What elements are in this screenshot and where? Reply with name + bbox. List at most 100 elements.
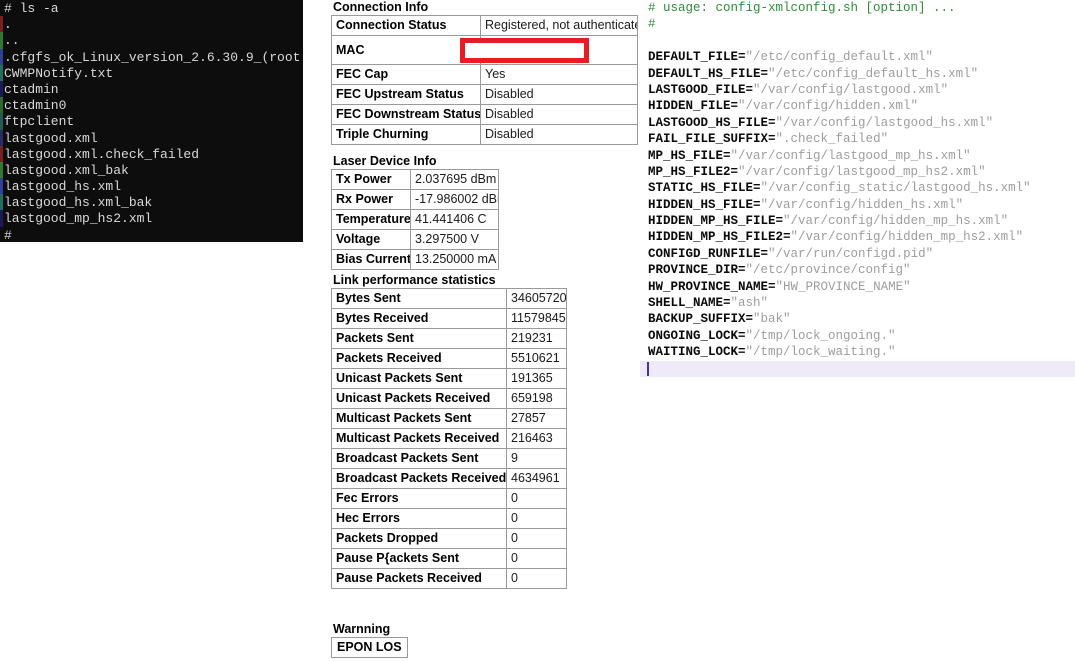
row-label: Triple Churning bbox=[332, 125, 481, 145]
mac-redaction-box bbox=[460, 38, 589, 63]
code-comment-line: # usage: config-xmlconfig.sh [option] ..… bbox=[640, 0, 1075, 16]
variable-value: "/tmp/lock_ongoing." bbox=[746, 329, 896, 343]
terminal-strip-segment bbox=[0, 16, 3, 32]
link-stat-row: Packets Sent219231 bbox=[332, 329, 567, 349]
row-value: 3.297500 V bbox=[411, 230, 499, 250]
row-label: Fec Errors bbox=[332, 489, 507, 509]
terminal-strip-segment bbox=[0, 227, 3, 242]
connection-info-row: FEC Downstream StatusDisabled bbox=[332, 105, 638, 125]
row-value: Disabled bbox=[481, 125, 638, 145]
variable-value: "/var/config_static/lastgood_hs.xml" bbox=[761, 181, 1031, 195]
row-value: 27857 bbox=[507, 409, 567, 429]
row-label: Broadcast Packets Received bbox=[332, 469, 507, 489]
row-value: 5510621 bbox=[507, 349, 567, 369]
row-label: Hec Errors bbox=[332, 509, 507, 529]
link-performance-statistics-table: Bytes Sent34605720Bytes Received11579845… bbox=[331, 288, 567, 589]
row-label: Voltage bbox=[332, 230, 411, 250]
row-value: 0 bbox=[507, 529, 567, 549]
link-stat-row: Pause Packets Received0 bbox=[332, 569, 567, 589]
script-source-view[interactable]: # usage: config-xmlconfig.sh [option] ..… bbox=[640, 0, 1075, 661]
code-assignment-line: LASTGOOD_HS_FILE="/var/config/lastgood_h… bbox=[640, 115, 1075, 131]
laser-device-info-table: Tx Power2.037695 dBmRx Power-17.986002 d… bbox=[331, 169, 499, 270]
link-stat-row: Packets Received5510621 bbox=[332, 349, 567, 369]
variable-name: PROVINCE_DIR bbox=[648, 263, 738, 277]
assignment-operator: = bbox=[738, 329, 746, 343]
variable-name: MP_HS_FILE bbox=[648, 149, 723, 163]
code-assignment-line: MP_HS_FILE2="/var/config/lastgood_mp_hs2… bbox=[640, 164, 1075, 180]
row-value: 13.250000 mA bbox=[411, 250, 499, 270]
terminal-strip-segment bbox=[0, 210, 3, 226]
variable-name: WAITING_LOCK bbox=[648, 345, 738, 359]
assignment-operator: = bbox=[768, 132, 776, 146]
variable-value: "/etc/config_default.xml" bbox=[746, 50, 934, 64]
device-status-panel: Connection Info Connection StatusRegiste… bbox=[331, 0, 631, 661]
assignment-operator: = bbox=[783, 230, 791, 244]
comment-text: # bbox=[648, 17, 656, 31]
terminal-strip-segment bbox=[0, 97, 3, 113]
variable-name: CONFIGD_RUNFILE bbox=[648, 247, 761, 261]
row-value: 34605720 bbox=[507, 289, 567, 309]
code-assignment-line: LASTGOOD_FILE="/var/config/lastgood.xml" bbox=[640, 82, 1075, 98]
code-assignment-line: PROVINCE_DIR="/etc/province/config" bbox=[640, 262, 1075, 278]
variable-value: "/var/config/hidden_mp_hs.xml" bbox=[783, 214, 1008, 228]
terminal-strip-segment bbox=[0, 113, 3, 129]
variable-value: "/tmp/lock_waiting." bbox=[746, 345, 896, 359]
terminal-line: ctadmin bbox=[4, 82, 303, 98]
terminal-line: CWMPNotify.txt bbox=[4, 66, 303, 82]
assignment-operator: = bbox=[746, 83, 754, 97]
variable-value: "/var/config/lastgood_mp_hs.xml" bbox=[731, 149, 971, 163]
code-blank-line bbox=[640, 33, 1075, 49]
row-label: Multicast Packets Sent bbox=[332, 409, 507, 429]
assignment-operator: = bbox=[731, 165, 739, 179]
link-stat-row: Multicast Packets Received216463 bbox=[332, 429, 567, 449]
row-label: Unicast Packets Received bbox=[332, 389, 507, 409]
terminal-strip-segment bbox=[0, 162, 3, 178]
comment-text: # usage: config-xmlconfig.sh [option] ..… bbox=[648, 1, 956, 15]
connection-info-row: Connection StatusRegistered, not authent… bbox=[332, 16, 638, 36]
variable-name: HIDDEN_MP_HS_FILE2 bbox=[648, 230, 783, 244]
warning-title: Warnning bbox=[333, 622, 408, 636]
row-label: Tx Power bbox=[332, 170, 411, 190]
assignment-operator: = bbox=[761, 67, 769, 81]
row-label: Bytes Sent bbox=[332, 289, 507, 309]
row-label: Multicast Packets Received bbox=[332, 429, 507, 449]
variable-name: BACKUP_SUFFIX bbox=[648, 312, 746, 326]
terminal-strip-segment bbox=[0, 81, 3, 97]
row-label: Packets Dropped bbox=[332, 529, 507, 549]
variable-value: "ash" bbox=[731, 296, 769, 310]
row-value: 0 bbox=[507, 489, 567, 509]
link-performance-statistics-title: Link performance statistics bbox=[333, 273, 631, 287]
terminal-line: # bbox=[4, 228, 303, 242]
terminal-line: lastgood_hs.xml bbox=[4, 179, 303, 195]
variable-value: "HW_PROVINCE_NAME" bbox=[776, 280, 911, 294]
connection-info-table: Connection StatusRegistered, not authent… bbox=[331, 15, 638, 145]
code-assignment-line: MP_HS_FILE="/var/config/lastgood_mp_hs.x… bbox=[640, 148, 1075, 164]
row-value: Disabled bbox=[481, 105, 638, 125]
assignment-operator: = bbox=[768, 116, 776, 130]
link-stat-row: Pause P{ackets Sent0 bbox=[332, 549, 567, 569]
terminal-line: lastgood_mp_hs2.xml bbox=[4, 211, 303, 227]
variable-name: ONGOING_LOCK bbox=[648, 329, 738, 343]
code-assignment-line: HIDDEN_HS_FILE="/var/config/hidden_hs.xm… bbox=[640, 197, 1075, 213]
terminal-output: # ls -a....cfgfs_ok_Linux_version_2.6.30… bbox=[4, 1, 303, 242]
assignment-operator: = bbox=[738, 345, 746, 359]
link-stat-row: Bytes Sent34605720 bbox=[332, 289, 567, 309]
laser-device-info-row: Tx Power2.037695 dBm bbox=[332, 170, 499, 190]
variable-value: ".check_failed" bbox=[776, 132, 889, 146]
terminal-window[interactable]: # ls -a....cfgfs_ok_Linux_version_2.6.30… bbox=[0, 0, 303, 242]
laser-device-info-body: Tx Power2.037695 dBmRx Power-17.986002 d… bbox=[332, 170, 499, 270]
terminal-line: lastgood.xml bbox=[4, 131, 303, 147]
current-line-highlight[interactable] bbox=[640, 361, 1075, 377]
connection-info-row: Triple ChurningDisabled bbox=[332, 125, 638, 145]
assignment-operator: = bbox=[738, 50, 746, 64]
row-value: 41.441406 C bbox=[411, 210, 499, 230]
variable-name: MP_HS_FILE2 bbox=[648, 165, 731, 179]
terminal-line: ctadmin0 bbox=[4, 98, 303, 114]
variable-name: SHELL_NAME bbox=[648, 296, 723, 310]
link-stat-row: Broadcast Packets Sent9 bbox=[332, 449, 567, 469]
terminal-line: lastgood_hs.xml_bak bbox=[4, 195, 303, 211]
code-assignment-line: BACKUP_SUFFIX="bak" bbox=[640, 311, 1075, 327]
row-value: 0 bbox=[507, 549, 567, 569]
code-assignment-line: DEFAULT_FILE="/etc/config_default.xml" bbox=[640, 49, 1075, 65]
row-label: Packets Sent bbox=[332, 329, 507, 349]
